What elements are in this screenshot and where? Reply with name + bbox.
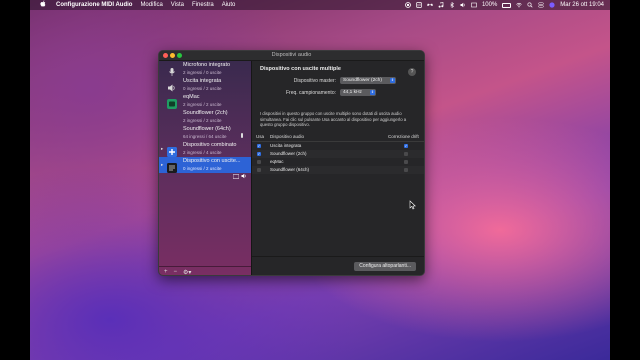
speaker-output-icon [241,166,248,184]
mic-level-icon [241,133,243,138]
column-use[interactable]: Usa [256,134,264,139]
device-name: Dispositivo combinato [183,142,237,148]
microphone-icon [167,64,177,76]
remove-device-button[interactable]: − [174,269,178,275]
drift-correction-checkbox[interactable] [404,167,408,172]
battery-icon[interactable] [502,2,512,8]
add-device-button[interactable]: + [164,269,168,275]
title-bar[interactable]: Dispositivi audio [159,51,424,61]
device-heading: Dispositivo con uscite multiple [260,66,341,72]
row-device-name: eqMac [270,159,284,164]
control-center-icon[interactable] [538,2,545,8]
window-icon[interactable] [471,2,477,8]
drift-correction-checkbox[interactable]: ✓ [404,143,408,148]
drift-correction-checkbox[interactable] [404,159,408,164]
battery-percentage: 100% [481,2,498,8]
menu-vista[interactable]: Vista [171,0,184,10]
speaker-icon [167,80,177,92]
device-io: 2 ingressi / 4 uscite [183,149,222,155]
device-name: Soundflower (64ch) [183,126,231,132]
sample-rate-label: Freq. campionamento: [285,90,336,96]
multi-output-device-icon [167,160,177,173]
drift-correction-checkbox[interactable] [404,151,408,156]
app-menu[interactable]: Configurazione MIDI Audio [56,0,132,10]
device-io: 2 ingressi / 2 uscite [183,101,222,107]
table-row: ✓ Uscita integrata ✓ [252,142,424,150]
table-header: Usa Dispositivo audio Correzione drift [252,133,424,142]
use-checkbox[interactable] [257,159,261,164]
chevron-down-icon: ▾ [188,269,192,276]
table-row: eqMac [252,158,424,166]
use-checkbox[interactable] [257,167,261,172]
column-drift-correction[interactable]: Correzione drift [388,134,419,139]
disclosure-triangle-icon[interactable]: ▸ [161,162,163,168]
gear-menu-button[interactable]: ⚙▾ [183,269,191,276]
eqmac-status-icon[interactable] [416,2,422,8]
row-device-name: Soundflower (64ch) [270,167,310,172]
search-icon[interactable] [527,2,533,8]
device-name: Microfono integrato [183,62,231,68]
device-io: 2 ingressi / 0 uscite [183,69,222,75]
aggregate-device-icon [167,144,177,157]
row-device-name: Uscita integrata [270,143,302,148]
help-button[interactable]: ? [408,68,416,76]
master-device-label: Dispositivo master: [293,78,336,84]
eqmac-app-icon [167,96,177,109]
table-row: ✓ Soundflower (2ch) [252,150,424,158]
device-io: 0 ingressi / 2 uscite [183,85,222,91]
device-sidebar: Microfono integrato 2 ingressi / 0 uscit… [159,61,251,276]
device-name: Uscita integrata [183,78,222,84]
device-item-uscita-integrata[interactable]: Uscita integrata 0 ingressi / 2 uscite [159,77,251,93]
device-item-dispositivo-combinato[interactable]: ▸ Dispositivo combinato 2 ingressi / 4 u… [159,141,251,157]
music-note-icon[interactable] [438,2,444,8]
configure-speakers-button[interactable]: Configura altoparlanti... [354,262,416,271]
menu-bar: Configurazione MIDI Audio Modifica Vista… [30,0,610,10]
device-io: 64 ingressi / 64 uscite [183,133,227,139]
group-description: I dispositivi in questo gruppo con uscit… [260,111,407,127]
wifi-icon[interactable] [516,2,523,8]
column-device[interactable]: Dispositivo audio [270,134,304,139]
siri-icon[interactable] [549,2,555,8]
devices-table: Usa Dispositivo audio Correzione drift ✓… [252,133,424,174]
table-row: Soundflower (64ch) [252,166,424,174]
device-item-microfono-integrato[interactable]: Microfono integrato 2 ingressi / 0 uscit… [159,61,251,77]
device-name: Dispositivo con uscite... [183,158,241,164]
mouse-cursor-icon [409,200,416,210]
master-device-value: Soundflower (2ch) [343,78,382,83]
apple-menu-icon[interactable] [40,0,46,11]
use-checkbox[interactable]: ✓ [257,143,261,148]
device-item-soundflower-64ch[interactable]: Soundflower (64ch) 64 ingressi / 64 usci… [159,125,251,141]
menu-modifica[interactable]: Modifica [140,0,162,10]
device-name: Soundflower (2ch) [183,110,228,116]
sidebar-toolbar: + − ⚙▾ [159,266,251,276]
menu-aiuto[interactable]: Aiuto [222,0,236,10]
sample-rate-select[interactable]: 44,1 kHz ⇕ [340,89,376,96]
device-item-dispositivo-uscite-multiple[interactable]: ▸ Dispositivo con uscite... 0 ingressi /… [159,157,251,179]
record-icon[interactable] [405,2,411,8]
audio-devices-window: Dispositivi audio Microfono integrato 2 … [158,50,425,276]
dropbox-icon[interactable] [426,2,433,8]
chevron-updown-icon: ⇕ [390,78,395,83]
master-device-select[interactable]: Soundflower (2ch) ⇕ [340,77,396,84]
clock-source-icon [232,166,240,184]
detail-footer: Configura altoparlanti... [252,256,424,275]
desktop: Configurazione MIDI Audio Modifica Vista… [30,0,610,360]
volume-icon[interactable] [460,2,466,8]
clock[interactable]: Mar 26 ott 19:04 [560,0,604,10]
row-device-name: Soundflower (2ch) [270,151,307,156]
device-item-eqmac[interactable]: eqMac 2 ingressi / 2 uscite [159,93,251,109]
menu-finestra[interactable]: Finestra [192,0,214,10]
use-checkbox[interactable]: ✓ [257,151,261,156]
window-title: Dispositivi audio [271,52,312,58]
device-detail-pane: Dispositivo con uscite multiple ? Dispos… [251,61,424,275]
chevron-updown-icon: ⇕ [370,90,375,95]
sample-rate-value: 44,1 kHz [343,90,362,95]
device-io: 2 ingressi / 2 uscite [183,117,222,123]
device-item-soundflower-2ch[interactable]: Soundflower (2ch) 2 ingressi / 2 uscite [159,109,251,125]
bluetooth-icon[interactable] [449,1,455,9]
device-name: eqMac [183,94,200,100]
disclosure-triangle-icon[interactable]: ▸ [161,146,163,152]
device-io: 0 ingressi / 2 uscite [183,165,222,171]
